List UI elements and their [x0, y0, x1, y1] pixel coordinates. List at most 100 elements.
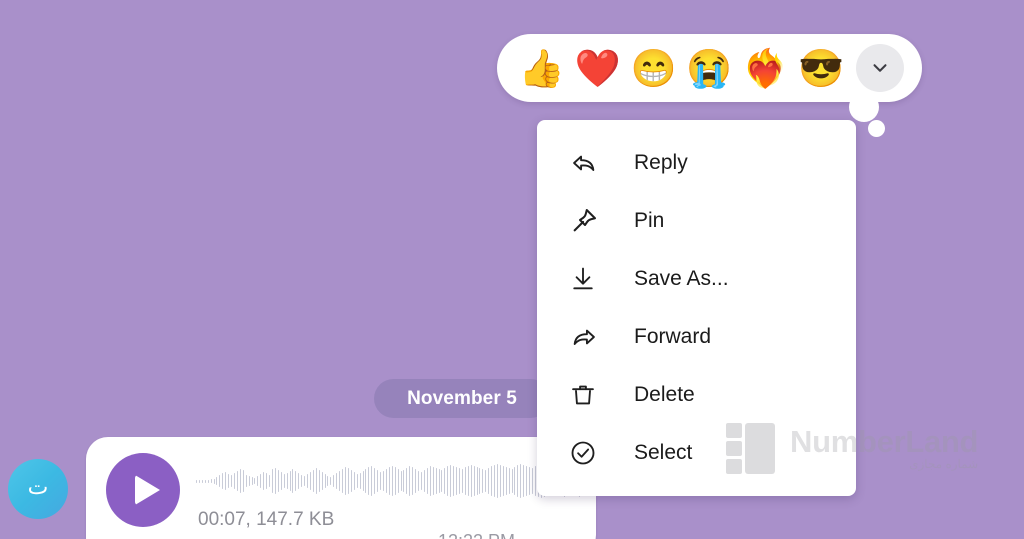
waveform-bar: [529, 467, 531, 495]
menu-item-save-as[interactable]: Save As...: [537, 252, 856, 306]
waveform-bar: [309, 472, 311, 490]
waveform-bar: [511, 469, 513, 493]
waveform-bar: [485, 470, 487, 492]
waveform-bar: [377, 470, 379, 492]
waveform-bar: [356, 474, 358, 488]
menu-item-delete-label: Delete: [634, 383, 695, 406]
more-reactions-button[interactable]: [855, 44, 904, 92]
reaction-smiling-face-with-sunglasses[interactable]: 😎: [794, 41, 848, 95]
waveform-bar: [470, 465, 472, 497]
waveform-bar: [216, 477, 218, 485]
menu-item-delete[interactable]: Delete: [537, 368, 856, 422]
waveform-bar: [534, 466, 536, 496]
avatar-initial: ت: [27, 474, 49, 499]
reaction-red-heart[interactable]: ❤️: [571, 41, 625, 95]
waveform-bar: [426, 468, 428, 494]
date-divider: November 5: [374, 379, 550, 418]
waveform-bar: [482, 469, 484, 493]
reaction-heart-on-fire[interactable]: ❤️‍🔥: [738, 41, 792, 95]
waveform-bar: [251, 477, 253, 485]
reaction-grinning-face[interactable]: 😁: [627, 41, 681, 95]
menu-item-pin[interactable]: Pin: [537, 194, 856, 248]
waveform-bar: [304, 476, 306, 486]
waveform-bar: [318, 470, 320, 492]
waveform-bar: [420, 472, 422, 490]
audio-waveform[interactable]: [196, 459, 586, 503]
waveform-bar: [473, 466, 475, 496]
waveform-bar: [464, 467, 466, 495]
waveform-bar: [231, 475, 232, 487]
waveform-bar: [418, 471, 419, 491]
waveform-bar: [383, 471, 384, 491]
waveform-bar: [456, 467, 457, 495]
waveform-bar: [467, 466, 469, 496]
check-circle-icon: [569, 436, 609, 470]
waveform-bar: [228, 474, 230, 488]
waveform-bar: [219, 475, 221, 487]
waveform-bar: [263, 472, 265, 490]
waveform-bar: [271, 469, 273, 493]
waveform-bar: [488, 468, 490, 494]
waveform-bar: [298, 473, 300, 489]
waveform-bar: [447, 466, 449, 496]
waveform-bar: [245, 475, 247, 487]
reaction-loudly-crying-face[interactable]: 😭: [682, 41, 736, 95]
voice-message-meta: 00:07, 147.7 KB: [198, 509, 335, 530]
waveform-bar: [301, 475, 303, 487]
menu-item-forward[interactable]: Forward: [537, 310, 856, 364]
waveform-bar: [409, 466, 411, 496]
date-divider-label: November 5: [407, 387, 517, 409]
waveform-bar: [324, 474, 326, 488]
waveform-bar: [505, 467, 507, 495]
waveform-bar: [391, 466, 393, 496]
waveform-bar: [400, 471, 402, 491]
waveform-bar: [239, 469, 241, 493]
chevron-down-icon: [873, 64, 887, 72]
waveform-bar: [491, 466, 493, 496]
waveform-bar: [499, 465, 501, 497]
play-icon: [134, 475, 160, 505]
download-icon: [569, 262, 609, 296]
waveform-bar: [359, 473, 361, 489]
waveform-bar: [312, 470, 314, 492]
play-button[interactable]: [106, 453, 180, 527]
waveform-bar: [213, 478, 215, 484]
waveform-bar: [198, 479, 200, 483]
voice-message-bubble[interactable]: 00:07, 147.7 KB 12:22 PM: [86, 437, 596, 539]
reaction-thumbs-up[interactable]: 👍: [515, 41, 569, 95]
waveform-bar: [385, 469, 387, 493]
waveform-bar: [526, 466, 528, 496]
waveform-bar: [345, 467, 346, 495]
context-menu[interactable]: Reply Pin Save As... Forward Delete Sele…: [537, 120, 856, 496]
bubble-tail-dot-large: [849, 92, 879, 122]
waveform-bar: [280, 472, 282, 490]
waveform-bar: [432, 467, 434, 495]
waveform-bar: [423, 470, 425, 492]
waveform-bar: [327, 476, 329, 486]
menu-item-pin-label: Pin: [634, 209, 665, 232]
forward-icon: [569, 320, 609, 354]
waveform-bar: [225, 472, 227, 490]
message-timestamp: 12:22 PM: [438, 531, 515, 539]
waveform-bar: [380, 472, 381, 490]
waveform-bar: [266, 473, 268, 489]
waveform-bar: [362, 471, 364, 491]
waveform-bar: [336, 473, 338, 489]
menu-item-reply[interactable]: Reply: [537, 136, 856, 190]
pin-icon: [569, 204, 609, 238]
menu-item-forward-label: Forward: [634, 325, 712, 348]
trash-icon: [569, 378, 609, 412]
menu-item-select[interactable]: Select: [537, 426, 856, 480]
waveform-bar: [353, 472, 355, 490]
waveform-bar: [295, 471, 297, 491]
waveform-bar: [415, 469, 417, 493]
waveform-bar: [374, 468, 376, 494]
waveform-bar: [242, 470, 244, 492]
waveform-bar: [403, 470, 405, 492]
waveform-bar: [388, 467, 390, 495]
waveform-bar: [233, 473, 235, 489]
menu-item-save-as-label: Save As...: [634, 267, 729, 290]
waveform-bar: [292, 469, 294, 493]
avatar[interactable]: ت: [8, 459, 68, 519]
waveform-bar: [453, 466, 455, 496]
